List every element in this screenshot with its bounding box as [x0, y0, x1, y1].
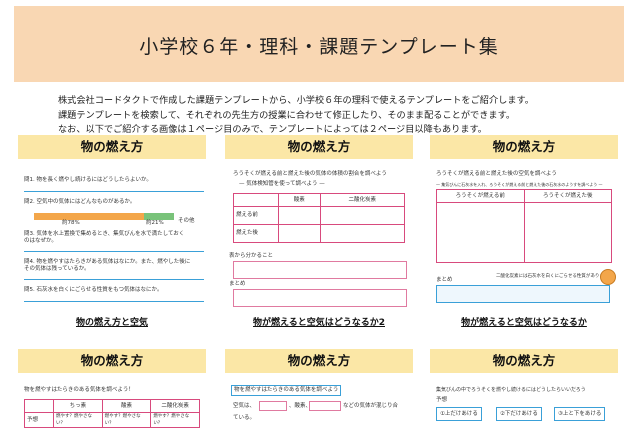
template-preview[interactable]: ろうそくが燃える前と燃えた後の空気を調べよう — 集気びんに石灰水を入れ、ろうそ…: [434, 163, 616, 313]
card-caption-link[interactable]: 物が燃えると空気はどうなるか2: [225, 315, 413, 328]
summary-box[interactable]: [436, 285, 610, 303]
note-text: 二酸化炭素には石灰水を白くにごらせる性質があります。: [496, 274, 613, 279]
observation-table: ろうそくが燃える前 ろうそくが燃えた後: [436, 189, 612, 263]
results-table: 酸素 二酸化炭素 燃える前 燃えた後: [233, 193, 406, 243]
card-title: 物の燃え方: [18, 349, 206, 373]
page-title: 小学校６年・理科・課題テンプレート集: [139, 36, 499, 58]
option-3[interactable]: ③上と下をあける: [554, 407, 606, 421]
fill-blank[interactable]: [259, 401, 287, 411]
table-header: 二酸化炭素: [150, 399, 200, 413]
question-text: 問4. 物を燃やすはたらきがある気体はなにか。また、燃やした後に: [24, 259, 191, 265]
table-header: 酸素: [101, 399, 152, 413]
summary-box[interactable]: [233, 289, 407, 307]
sub-text: — 集気びんに石灰水を入れ、ろうそくが燃える前と燃えた後の石灰水のようすを調べよ…: [436, 182, 603, 187]
template-card-2[interactable]: 物の燃え方 ろうそくが燃える前と燃えた後の気体の体積の割合を調べよう — 気体検…: [225, 135, 413, 328]
template-card-3[interactable]: 物の燃え方 ろうそくが燃える前と燃えた後の空気を調べよう — 集気びんに石灰水を…: [430, 135, 618, 328]
fill-text: 空気は、: [233, 403, 256, 409]
oxygen-bar: [144, 213, 174, 220]
card-caption-link[interactable]: 物の燃え方と空気: [18, 315, 206, 328]
section-label: 表から分かること: [229, 253, 274, 259]
table-header: ろうそくが燃える前: [436, 189, 525, 203]
bar-label: その他: [178, 218, 195, 224]
question-text: 問5. 石灰水を白くにごらせる性質をもつ気体はなにか。: [24, 287, 163, 293]
table-cell[interactable]: [436, 202, 525, 263]
table-cell[interactable]: [278, 224, 321, 243]
page-header: 小学校６年・理科・課題テンプレート集: [14, 6, 624, 82]
intro-line: 株式会社コードタクトで作成した課題テンプレートから、小学校６年の理科で使えるテン…: [58, 95, 534, 106]
template-preview[interactable]: 物を燃やすはたらきのある気体を調べよう！ ちっ素 酸素 二酸化炭素 予想 燃やす…: [22, 377, 202, 428]
question-text: 問3. 気体を水上置換で集めるとき、集気びんを水で満たしておく: [24, 231, 185, 237]
table-header: ろうそくが燃えた後: [523, 189, 612, 203]
card-title: 物の燃え方: [430, 349, 618, 373]
template-preview[interactable]: 問1. 物を長く燃やし続けるにはどうしたらよいか。 問2. 空気中の気体にはどん…: [22, 163, 204, 313]
table-header: 酸素: [278, 193, 321, 207]
template-card-5[interactable]: 物の燃え方 物を燃やすはたらきのある気体を調べよう 空気は、 、酸素、 などの気…: [225, 349, 413, 427]
template-preview[interactable]: 物を燃やすはたらきのある気体を調べよう 空気は、 、酸素、 などの気体が混じり合…: [229, 377, 409, 427]
lead-text: 集気びんの中でろうそくを燃やし続けるにはどうしたらいいだろう: [436, 387, 586, 393]
question-text: のはなぜか。: [24, 238, 57, 244]
lead-text: ろうそくが燃える前と燃えた後の空気を調べよう: [436, 171, 557, 177]
card-title: 物の燃え方: [18, 135, 206, 159]
card-caption-link[interactable]: 物が燃えると空気はどうなるか: [430, 315, 618, 328]
table-row-label: 予想: [24, 412, 54, 428]
lead-text: 物を燃やすはたらきのある気体を調べよう: [231, 385, 342, 396]
table-corner: [24, 399, 54, 413]
mascot-icon: [600, 269, 616, 285]
template-card-4[interactable]: 物の燃え方 物を燃やすはたらきのある気体を調べよう！ ちっ素 酸素 二酸化炭素 …: [18, 349, 206, 428]
answer-line: [24, 301, 204, 302]
sub-text: — 気体検知管を使って調べよう —: [239, 181, 325, 187]
table-row-label: 燃えた後: [233, 224, 279, 243]
question-text: その気体は残っているか。: [24, 266, 90, 272]
template-preview[interactable]: 集気びんの中でろうそくを燃やし続けるにはどうしたらいいだろう 予想 ①上だけあけ…: [434, 377, 614, 427]
template-card-1[interactable]: 物の燃え方 問1. 物を長く燃やし続けるにはどうしたらよいか。 問2. 空気中の…: [18, 135, 206, 328]
bar-label: 約78%: [62, 220, 80, 226]
answer-line: [24, 279, 204, 280]
fill-blank[interactable]: [309, 401, 341, 411]
prediction-table: ちっ素 酸素 二酸化炭素 予想 燃やす？燃やさない？ 燃やす？燃やさない？ 燃や…: [24, 399, 200, 428]
bar-label: 約21%: [146, 220, 164, 226]
card-title: 物の燃え方: [225, 135, 413, 159]
intro-text: 株式会社コードタクトで作成した課題テンプレートから、小学校６年の理科で使えるテン…: [58, 94, 618, 138]
table-cell[interactable]: [523, 202, 612, 263]
section-label: まとめ: [436, 277, 453, 283]
answer-box[interactable]: [233, 261, 407, 279]
table-cell[interactable]: [319, 206, 406, 225]
section-label: 予想: [436, 397, 448, 403]
card-title: 物の燃え方: [225, 349, 413, 373]
intro-line: 課題テンプレートを検索して、それぞれの先生方の授業に合わせて修正したり、そのまま…: [58, 109, 516, 121]
lead-text: ろうそくが燃える前と燃えた後の気体の体積の割合を調べよう: [233, 171, 387, 177]
fill-text: ている。: [233, 415, 256, 421]
table-cell[interactable]: 燃やす？燃やさない？: [150, 412, 200, 428]
question-text: 問1. 物を長く燃やし続けるにはどうしたらよいか。: [24, 177, 152, 183]
table-header: ちっ素: [53, 399, 103, 413]
template-preview[interactable]: ろうそくが燃える前と燃えた後の気体の体積の割合を調べよう — 気体検知管を使って…: [229, 163, 409, 313]
option-2[interactable]: ②下だけあける: [496, 407, 542, 421]
nitrogen-bar: [34, 213, 144, 220]
fill-text: などの気体が混じり合: [343, 403, 399, 409]
table-cell[interactable]: 燃やす？燃やさない？: [101, 412, 152, 428]
template-card-6[interactable]: 物の燃え方 集気びんの中でろうそくを燃やし続けるにはどうしたらいいだろう 予想 …: [430, 349, 618, 427]
table-header: 二酸化炭素: [319, 193, 406, 207]
lead-text: 物を燃やすはたらきのある気体を調べよう！: [24, 387, 134, 393]
option-1[interactable]: ①上だけあける: [436, 407, 482, 421]
question-text: 問2. 空気中の気体にはどんなものがあるか。: [24, 199, 136, 205]
table-cell[interactable]: 燃やす？燃やさない？: [53, 412, 103, 428]
table-cell[interactable]: [278, 206, 321, 225]
fill-text: 、酸素、: [289, 403, 312, 409]
table-corner: [233, 193, 279, 207]
table-cell[interactable]: [319, 224, 406, 243]
answer-line: [24, 251, 204, 252]
table-row-label: 燃える前: [233, 206, 279, 225]
section-label: まとめ: [229, 281, 246, 287]
card-title: 物の燃え方: [430, 135, 618, 159]
answer-line: [24, 191, 204, 192]
